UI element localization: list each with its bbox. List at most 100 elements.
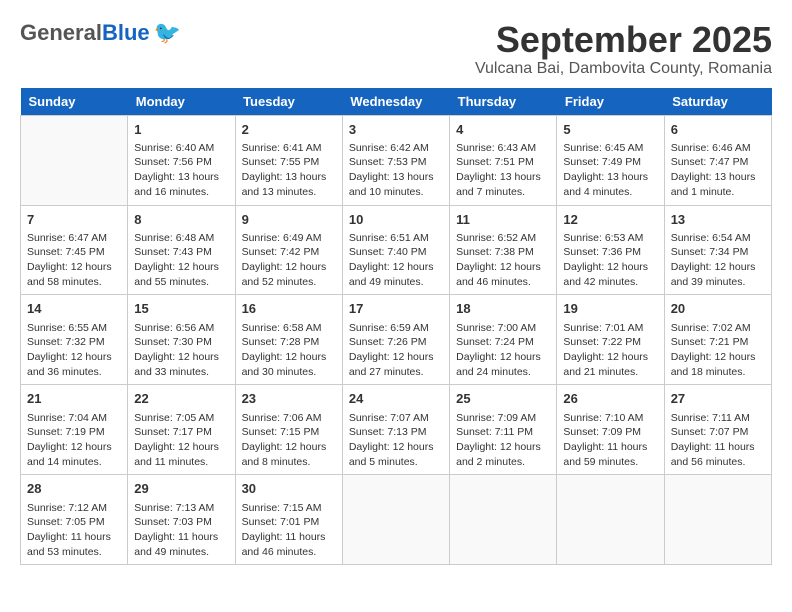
daylight-label: Daylight: 11 hours and 49 minutes. <box>134 531 218 558</box>
week-row-2: 7Sunrise: 6:47 AMSunset: 7:45 PMDaylight… <box>21 205 772 295</box>
sunset-label: Sunset: 7:11 PM <box>456 426 533 438</box>
sunset-label: Sunset: 7:49 PM <box>563 156 641 168</box>
logo-bird-icon: 🐦 <box>154 20 181 46</box>
day-number: 5 <box>563 121 657 139</box>
calendar-table: SundayMondayTuesdayWednesdayThursdayFrid… <box>20 88 772 566</box>
sunrise-label: Sunrise: 7:12 AM <box>27 502 107 514</box>
day-cell <box>450 475 557 565</box>
header-cell-wednesday: Wednesday <box>342 88 449 116</box>
day-number: 14 <box>27 300 121 318</box>
daylight-label: Daylight: 12 hours and 46 minutes. <box>456 261 541 288</box>
sunrise-label: Sunrise: 6:54 AM <box>671 232 751 244</box>
day-cell <box>342 475 449 565</box>
day-number: 20 <box>671 300 765 318</box>
sunrise-label: Sunrise: 7:11 AM <box>671 412 750 424</box>
day-number: 13 <box>671 211 765 229</box>
daylight-label: Daylight: 12 hours and 14 minutes. <box>27 441 112 468</box>
sunset-label: Sunset: 7:55 PM <box>242 156 320 168</box>
day-cell: 9Sunrise: 6:49 AMSunset: 7:42 PMDaylight… <box>235 205 342 295</box>
day-number: 6 <box>671 121 765 139</box>
header-cell-tuesday: Tuesday <box>235 88 342 116</box>
day-info: Sunrise: 6:40 AMSunset: 7:56 PMDaylight:… <box>134 141 228 200</box>
week-row-4: 21Sunrise: 7:04 AMSunset: 7:19 PMDayligh… <box>21 385 772 475</box>
day-info: Sunrise: 6:51 AMSunset: 7:40 PMDaylight:… <box>349 231 443 290</box>
day-number: 28 <box>27 480 121 498</box>
day-info: Sunrise: 7:01 AMSunset: 7:22 PMDaylight:… <box>563 321 657 380</box>
day-info: Sunrise: 7:13 AMSunset: 7:03 PMDaylight:… <box>134 501 228 560</box>
day-cell: 29 Sunrise: 7:13 AMSunset: 7:03 PMDayligh… <box>128 475 235 565</box>
sunrise-label: Sunrise: 6:48 AM <box>134 232 214 244</box>
day-cell: 20Sunrise: 7:02 AMSunset: 7:21 PMDayligh… <box>664 295 771 385</box>
day-cell: 26Sunrise: 7:10 AMSunset: 7:09 PMDayligh… <box>557 385 664 475</box>
sunset-label: Sunset: 7:19 PM <box>27 426 105 438</box>
sunrise-label: Sunrise: 7:15 AM <box>242 502 322 514</box>
day-number: 1 <box>134 121 228 139</box>
day-number: 3 <box>349 121 443 139</box>
day-cell: 19Sunrise: 7:01 AMSunset: 7:22 PMDayligh… <box>557 295 664 385</box>
sunset-label: Sunset: 7:42 PM <box>242 246 320 258</box>
sunset-label: Sunset: 7:38 PM <box>456 246 534 258</box>
daylight-label: Daylight: 12 hours and 49 minutes. <box>349 261 434 288</box>
logo: GeneralBlue 🐦 <box>20 20 181 46</box>
day-info: Sunrise: 7:04 AMSunset: 7:19 PMDaylight:… <box>27 411 121 470</box>
calendar-body: 1 Sunrise: 6:40 AMSunset: 7:56 PMDaylight… <box>21 115 772 565</box>
sunrise-label: Sunrise: 6:42 AM <box>349 142 429 154</box>
header-cell-sunday: Sunday <box>21 88 128 116</box>
day-info: Sunrise: 7:07 AMSunset: 7:13 PMDaylight:… <box>349 411 443 470</box>
sunrise-label: Sunrise: 7:10 AM <box>563 412 643 424</box>
day-info: Sunrise: 6:43 AMSunset: 7:51 PMDaylight:… <box>456 141 550 200</box>
sunrise-label: Sunrise: 7:02 AM <box>671 322 751 334</box>
sunrise-label: Sunrise: 6:46 AM <box>671 142 751 154</box>
daylight-label: Daylight: 12 hours and 58 minutes. <box>27 261 112 288</box>
sunset-label: Sunset: 7:36 PM <box>563 246 641 258</box>
sunrise-label: Sunrise: 6:59 AM <box>349 322 429 334</box>
daylight-label: Daylight: 12 hours and 33 minutes. <box>134 351 219 378</box>
day-info: Sunrise: 7:15 AMSunset: 7:01 PMDaylight:… <box>242 501 336 560</box>
daylight-label: Daylight: 12 hours and 39 minutes. <box>671 261 756 288</box>
day-info: Sunrise: 7:09 AMSunset: 7:11 PMDaylight:… <box>456 411 550 470</box>
day-cell: 1 Sunrise: 6:40 AMSunset: 7:56 PMDaylight… <box>128 115 235 205</box>
day-cell: 16Sunrise: 6:58 AMSunset: 7:28 PMDayligh… <box>235 295 342 385</box>
sunrise-label: Sunrise: 7:13 AM <box>134 502 214 514</box>
day-info: Sunrise: 6:47 AMSunset: 7:45 PMDaylight:… <box>27 231 121 290</box>
day-info: Sunrise: 6:54 AMSunset: 7:34 PMDaylight:… <box>671 231 765 290</box>
day-info: Sunrise: 6:45 AM Sunset: 7:49 PM Daylight:… <box>563 141 657 200</box>
daylight-label: Daylight: 12 hours and 30 minutes. <box>242 351 327 378</box>
daylight-label: Daylight: 13 hours and 13 minutes. <box>242 171 327 198</box>
day-number: 15 <box>134 300 228 318</box>
day-info: Sunrise: 7:12 AMSunset: 7:05 PMDaylight:… <box>27 501 121 560</box>
day-cell: 24 Sunrise: 7:07 AMSunset: 7:13 PMDayligh… <box>342 385 449 475</box>
day-cell <box>557 475 664 565</box>
sunset-label: Sunset: 7:51 PM <box>456 156 534 168</box>
day-info: Sunrise: 6:55 AMSunset: 7:32 PMDaylight:… <box>27 321 121 380</box>
day-info: Sunrise: 6:48 AM Sunset: 7:43 PM Daylight:… <box>134 231 228 290</box>
day-cell: 8Sunrise: 6:48 AMSunset: 7:43 PMDaylight… <box>128 205 235 295</box>
sunrise-label: Sunrise: 6:55 AM <box>27 322 107 334</box>
day-cell <box>664 475 771 565</box>
daylight-label: Daylight: 11 hours and 53 minutes. <box>27 531 111 558</box>
day-number: 10 <box>349 211 443 229</box>
sunset-label: Sunset: 7:47 PM <box>671 156 749 168</box>
month-year-title: September 2025 <box>475 20 772 60</box>
day-info: Sunrise: 7:02 AMSunset: 7:21 PMDaylight:… <box>671 321 765 380</box>
day-number: 29 <box>134 480 228 498</box>
sunset-label: Sunset: 7:43 PM <box>134 246 212 258</box>
sunrise-label: Sunrise: 6:45 AM <box>563 142 643 154</box>
daylight-label: Daylight: 13 hours and 4 minutes. <box>563 171 648 198</box>
daylight-label: Daylight: 12 hours and 55 minutes. <box>134 261 219 288</box>
sunset-label: Sunset: 7:28 PM <box>242 336 320 348</box>
daylight-label: Daylight: 13 hours and 7 minutes. <box>456 171 541 198</box>
day-info: Sunrise: 7:00 AMSunset: 7:24 PMDaylight:… <box>456 321 550 380</box>
day-info: Sunrise: 6:56 AMSunset: 7:30 PMDaylight:… <box>134 321 228 380</box>
sunset-label: Sunset: 7:53 PM <box>349 156 427 168</box>
sunset-label: Sunset: 7:21 PM <box>671 336 749 348</box>
day-cell: 18Sunrise: 7:00 AMSunset: 7:24 PMDayligh… <box>450 295 557 385</box>
sunset-label: Sunset: 7:24 PM <box>456 336 534 348</box>
day-number: 24 <box>349 390 443 408</box>
daylight-label: Daylight: 11 hours and 46 minutes. <box>242 531 326 558</box>
sunset-label: Sunset: 7:40 PM <box>349 246 427 258</box>
day-cell <box>21 115 128 205</box>
page-header: GeneralBlue 🐦 September 2025 Vulcana Bai… <box>20 20 772 78</box>
daylight-label: Daylight: 12 hours and 36 minutes. <box>27 351 112 378</box>
daylight-label: Daylight: 12 hours and 52 minutes. <box>242 261 327 288</box>
